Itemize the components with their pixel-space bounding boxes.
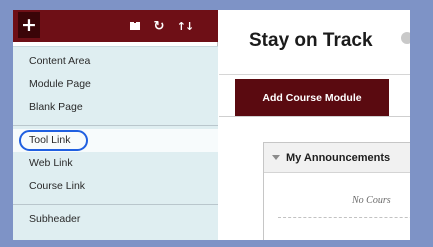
book-icon[interactable] [126, 10, 144, 42]
announcements-empty-text: No Cours [352, 195, 391, 206]
menu-item-web-link[interactable]: Web Link [13, 152, 218, 175]
highlight-circle [19, 130, 88, 151]
menu-group-links: Tool Link Web Link Course Link [13, 126, 218, 205]
menu-group-sub: Subheader [13, 205, 218, 237]
menu-item-module-page[interactable]: Module Page [13, 73, 218, 96]
announcements-module: My Announcements No Cours [263, 142, 410, 240]
main-content: Stay on Track Add Course Module My Annou… [219, 10, 410, 240]
menu-item-subheader[interactable]: Subheader [13, 208, 218, 231]
menu-group-content: Content Area Module Page Blank Page [13, 47, 218, 126]
book-icon-glyph [130, 22, 140, 30]
add-course-module-button[interactable]: Add Course Module [235, 79, 389, 116]
window-frame: + ↻ ↑↓ Content Area Module Page Blank Pa… [13, 10, 410, 240]
menu-item-blank-page[interactable]: Blank Page [13, 96, 218, 119]
course-menu-toolbar: + ↻ ↑↓ [13, 10, 218, 42]
course-menu-panel: + ↻ ↑↓ Content Area Module Page Blank Pa… [13, 10, 218, 240]
announcements-title: My Announcements [286, 151, 391, 164]
announcements-header[interactable]: My Announcements [264, 143, 410, 173]
divider [219, 116, 410, 117]
options-icon[interactable] [401, 32, 410, 44]
add-menu-dropdown: Content Area Module Page Blank Page Tool… [13, 46, 218, 240]
sort-icon[interactable]: ↑↓ [174, 10, 196, 42]
menu-item-content-area[interactable]: Content Area [13, 50, 218, 73]
divider [219, 74, 410, 75]
refresh-icon[interactable]: ↻ [150, 10, 168, 42]
menu-item-course-link[interactable]: Course Link [13, 175, 218, 198]
collapse-triangle-icon[interactable] [272, 155, 280, 160]
plus-icon[interactable]: + [18, 12, 40, 38]
page-title: Stay on Track [249, 30, 373, 51]
dotted-divider [278, 217, 410, 218]
menu-item-tool-link[interactable]: Tool Link [13, 129, 218, 152]
